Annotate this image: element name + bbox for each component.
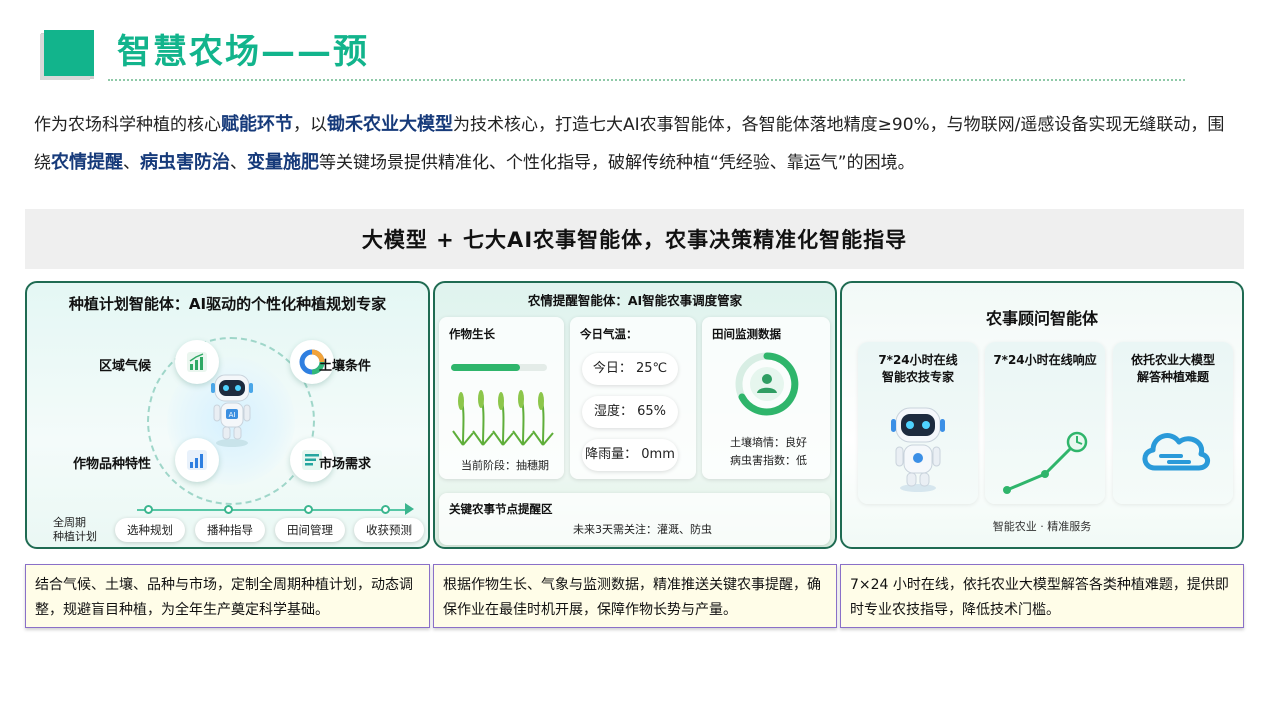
timeline-dot bbox=[381, 505, 390, 514]
temperature-value: 今日： 25℃ bbox=[582, 353, 678, 385]
intro-text-5: 、 bbox=[230, 153, 247, 173]
soil-moisture: 土壤墒情：良好 bbox=[730, 436, 807, 449]
intro-text-6: 等关键场景提供精准化、个性化指导，破解传统种植“凭经验、靠运气”的困境。 bbox=[319, 153, 915, 173]
humidity-value: 湿度： 65% bbox=[582, 396, 678, 428]
clock-icon bbox=[1066, 431, 1088, 453]
stage-seed-selection: 选种规划 bbox=[115, 518, 185, 542]
rainfall-value: 降雨量： 0mm bbox=[582, 439, 678, 471]
farmer-icon bbox=[735, 352, 799, 416]
description-farm-advisor: 7×24 小时在线，依托农业大模型解答各类种植难题，提供即时专业农技指导，降低技… bbox=[840, 564, 1244, 628]
panel3-footer: 智能农业 · 精准服务 bbox=[992, 520, 1092, 533]
expert-card-text: 7*24小时在线 智能农技专家 bbox=[858, 352, 978, 386]
factor-soil: 土壤条件 bbox=[319, 359, 372, 374]
crop-alert-panel: 农情提醒智能体：AI智能农事调度管家 作物生长 当前阶段：抽穗期 今日气温： 今 bbox=[433, 281, 837, 549]
timeline-dot bbox=[144, 505, 153, 514]
timeline-label-line1: 全周期 bbox=[53, 516, 86, 529]
timeline-arrow-icon bbox=[405, 503, 414, 515]
description-crop-alert: 根据作物生长、气象与监测数据，精准推送关键农事提醒，确保作业在最佳时机开展，保障… bbox=[433, 564, 837, 628]
model-card-line2: 解答种植难题 bbox=[1136, 370, 1209, 384]
cloud-icon bbox=[1142, 433, 1210, 471]
banner-title: 大模型 + 七大AI农事智能体，农事决策精准化智能指导 bbox=[361, 228, 908, 252]
planting-plan-panel: 种植计划智能体：AI驱动的个性化种植规划专家 AI 区域气候 土壤条件 作物品种… bbox=[25, 281, 430, 549]
timeline-dot bbox=[224, 505, 233, 514]
growth-card: 作物生长 当前阶段：抽穗期 bbox=[439, 317, 564, 479]
wheat-icon bbox=[452, 390, 554, 446]
response-card: 7*24小时在线响应 bbox=[985, 342, 1105, 504]
stage-field-management: 田间管理 bbox=[275, 518, 345, 542]
page-title: 智慧农场——预 bbox=[117, 32, 369, 72]
bar-chart-icon bbox=[175, 438, 219, 482]
intro-keyword-1: 赋能环节 bbox=[221, 114, 293, 135]
expert-card-line1: 7*24小时在线 bbox=[878, 353, 958, 367]
response-card-line1: 7*24小时在线响应 bbox=[993, 353, 1097, 367]
robot-badge: AI bbox=[229, 411, 236, 419]
intro-text-2: ，以 bbox=[293, 115, 327, 135]
growth-title: 作物生长 bbox=[449, 327, 495, 341]
panel2-title: 农情提醒智能体：AI智能农事调度管家 bbox=[527, 293, 743, 308]
section-banner: 大模型 + 七大AI农事智能体，农事决策精准化智能指导 bbox=[25, 209, 1244, 269]
factor-climate: 区域气候 bbox=[99, 359, 152, 374]
reminder-title: 关键农事节点提醒区 bbox=[449, 502, 553, 516]
timeline-dot bbox=[304, 505, 313, 514]
monitor-title: 田间监测数据 bbox=[712, 327, 781, 341]
monitor-card: 田间监测数据 土壤墒情：良好 病虫害指数：低 bbox=[702, 317, 830, 479]
model-card-line1: 依托农业大模型 bbox=[1130, 353, 1215, 367]
intro-text-4: 、 bbox=[123, 153, 140, 173]
intro-keyword-3: 农情提醒 bbox=[51, 152, 123, 173]
reminder-card: 关键农事节点提醒区 未来3天需关注：灌溉、防虫 bbox=[439, 493, 830, 545]
expert-card: 7*24小时在线 智能农技专家 bbox=[858, 342, 978, 504]
robot-icon bbox=[891, 407, 945, 492]
timeline-line bbox=[137, 509, 408, 511]
description-planting-plan: 结合气候、土壤、品种与市场，定制全周期种植计划，动态调整，规避盲目种植，为全年生… bbox=[25, 564, 430, 628]
weather-title: 今日气温： bbox=[580, 327, 638, 341]
title-square-icon bbox=[44, 30, 94, 76]
farm-advisor-panel: 农事顾问智能体 7*24小时在线 智能农技专家 7*24小时在线响应 依托农业大… bbox=[840, 281, 1244, 549]
stage-sowing: 播种指导 bbox=[195, 518, 265, 542]
panel3-title: 农事顾问智能体 bbox=[985, 309, 1098, 328]
timeline-label-line2: 种植计划 bbox=[53, 530, 97, 543]
intro-keyword-4: 病虫害防治 bbox=[140, 152, 230, 173]
growth-progress-track bbox=[451, 364, 547, 371]
intro-keyword-5: 变量施肥 bbox=[247, 152, 319, 173]
weather-card: 今日气温： 今日： 25℃ 湿度： 65% 降雨量： 0mm bbox=[570, 317, 696, 479]
line-trend-icon bbox=[1003, 431, 1088, 494]
model-card-text: 依托农业大模型 解答种植难题 bbox=[1113, 352, 1233, 386]
bar-chart-icon bbox=[175, 340, 219, 384]
growth-stage: 当前阶段：抽穗期 bbox=[461, 459, 549, 472]
factor-variety: 作物品种特性 bbox=[73, 457, 152, 472]
factor-market: 市场需求 bbox=[319, 457, 372, 472]
robot-icon: AI bbox=[207, 371, 257, 449]
timeline-label: 全周期 种植计划 bbox=[53, 516, 97, 544]
pest-index: 病虫害指数：低 bbox=[730, 454, 807, 467]
response-card-text: 7*24小时在线响应 bbox=[985, 352, 1105, 369]
model-card: 依托农业大模型 解答种植难题 bbox=[1113, 342, 1233, 504]
intro-keyword-2: 锄禾农业大模型 bbox=[327, 114, 453, 135]
intro-text-1: 作为农场科学种植的核心 bbox=[34, 115, 221, 135]
panel1-title: 种植计划智能体：AI驱动的个性化种植规划专家 bbox=[68, 295, 387, 313]
intro-paragraph: 作为农场科学种植的核心赋能环节，以锄禾农业大模型为技术核心，打造七大AI农事智能… bbox=[34, 106, 1234, 182]
stage-harvest-forecast: 收获预测 bbox=[354, 518, 424, 542]
growth-progress-fill bbox=[451, 364, 521, 371]
title-divider bbox=[108, 79, 1185, 81]
reminder-text: 未来3天需关注：灌溉、防虫 bbox=[573, 523, 712, 536]
expert-card-line2: 智能农技专家 bbox=[881, 370, 954, 384]
